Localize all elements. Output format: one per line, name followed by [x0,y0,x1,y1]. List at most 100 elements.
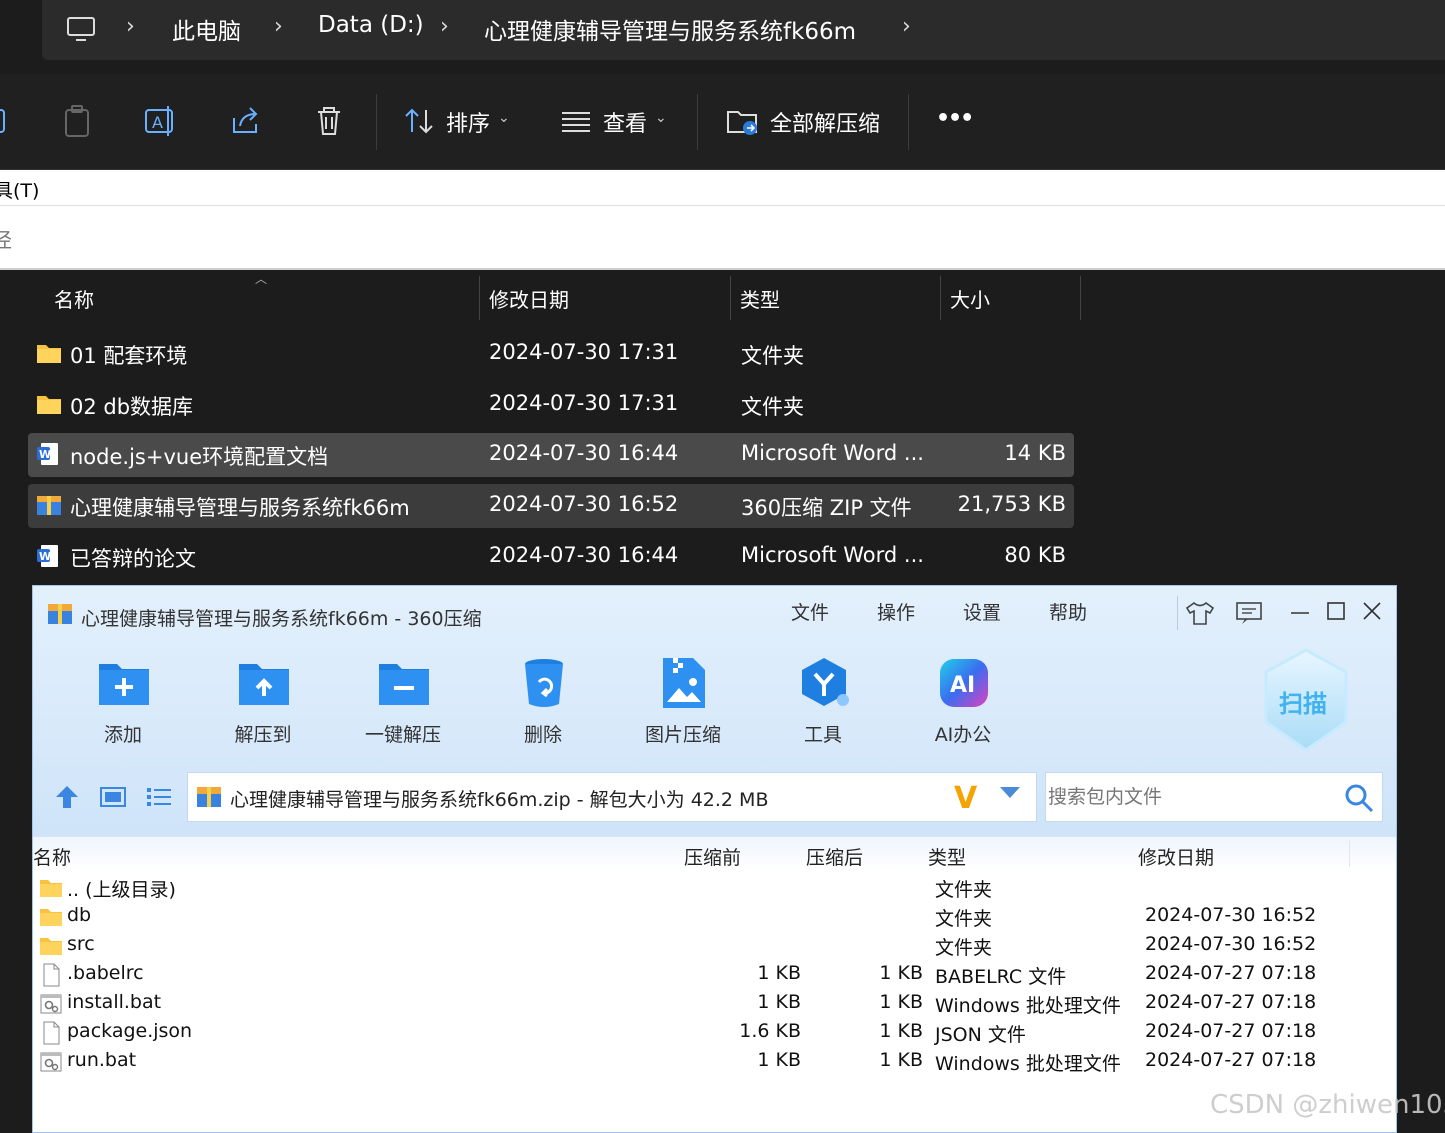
more-options-button[interactable]: ••• [936,106,974,131]
image-compress-button[interactable]: 图片压缩 [633,656,733,746]
menu-settings[interactable]: 设置 [963,598,1001,625]
chevron-down-icon[interactable]: ⌄ [498,110,510,126]
zip-list-row[interactable]: package.json 1.6 KB 1 KB JSON 文件 2024-07… [33,1018,1396,1047]
file-row[interactable]: 01 配套环境 2024-07-30 17:31 文件夹 [28,332,1074,376]
file-row[interactable]: W node.js+vue环境配置文档 2024-07-30 16:44 Mic… [28,433,1074,477]
menu-item-tools[interactable]: 具(T) [0,176,39,203]
column-divider[interactable] [1349,841,1350,867]
add-button[interactable]: 添加 [73,656,173,746]
column-divider[interactable] [1080,276,1081,320]
address-bar[interactable]: › 此电脑 › Data (D:) › 心理健康辅导管理与服务系统fk66m › [42,0,1445,60]
column-divider[interactable] [940,276,941,320]
up-arrow-icon[interactable] [53,784,81,810]
paste-icon[interactable] [60,104,94,138]
zip-list-row[interactable]: src 文件夹 2024-07-30 16:52 [33,931,1396,960]
delete-button[interactable]: 删除 [493,656,593,746]
file-row[interactable]: 心理健康辅导管理与服务系统fk66m 2024-07-30 16:52 360压… [28,484,1074,528]
tools-button[interactable]: 工具 [773,656,873,746]
zip-column-name[interactable]: 名称 [33,843,71,870]
maximize-icon[interactable] [1325,600,1347,622]
zip-item-name: .babelrc [67,962,144,984]
zip-list-row[interactable]: db 文件夹 2024-07-30 16:52 [33,902,1396,931]
extract-to-button[interactable]: 解压到 [213,656,313,746]
chevron-down-icon[interactable]: ⌄ [655,110,667,126]
zip-column-after[interactable]: 压缩后 [806,843,863,870]
zip-column-type[interactable]: 类型 [928,843,966,870]
close-icon[interactable] [1361,600,1383,622]
breadcrumb-folder[interactable]: 心理健康辅导管理与服务系统fk66m [484,12,856,46]
zip-column-date[interactable]: 修改日期 [1138,843,1214,870]
zip-column-before[interactable]: 压缩前 [684,843,741,870]
chevron-right-icon[interactable]: › [902,14,911,39]
archive-search-input[interactable] [1046,773,1336,821]
delete-bin-icon [525,659,563,707]
zip-list-row[interactable]: run.bat 1 KB 1 KB Windows 批处理文件 2024-07-… [33,1047,1396,1076]
menu-file[interactable]: 文件 [791,598,829,625]
ai-office-icon: AI [940,659,988,707]
file-size: 14 KB [1004,441,1066,465]
column-header-type[interactable]: 类型 [740,284,780,313]
file-row[interactable]: W 已答辩的论文 2024-07-30 16:44 Microsoft Word… [28,535,1074,579]
file-date: 2024-07-30 16:44 [489,441,679,465]
file-icon [43,963,60,987]
sort-icon[interactable] [402,104,436,138]
skin-shirt-icon[interactable] [1185,600,1215,626]
delete-label: 删除 [523,724,562,746]
list-view-icon[interactable] [145,784,173,810]
word-doc-icon: W [37,545,58,567]
search-icon[interactable] [1344,783,1374,813]
file-row[interactable]: 02 db数据库 2024-07-30 17:31 文件夹 [28,383,1074,427]
command-bar: A 排序 ⌄ 查看 ⌄ 全部解压缩 ••• [0,74,1445,170]
zip-list-row[interactable]: .babelrc 1 KB 1 KB BABELRC 文件 2024-07-27… [33,960,1396,989]
breadcrumb-this-pc[interactable]: 此电脑 [172,12,241,46]
menu-operation[interactable]: 操作 [877,598,915,625]
dropdown-arrow-icon[interactable] [1000,787,1020,798]
column-divider[interactable] [479,276,480,320]
column-header-size[interactable]: 大小 [950,284,990,313]
v-logo-icon[interactable]: V [954,781,977,816]
column-header-name[interactable]: 名称 [54,284,94,313]
computer-icon[interactable] [66,16,96,42]
zip-window-title: 心理健康辅导管理与服务系统fk66m - 360压缩 [81,608,482,630]
minimize-icon[interactable] [1289,602,1311,624]
address-bar-area: › 此电脑 › Data (D:) › 心理健康辅导管理与服务系统fk66m › [0,0,1445,72]
sort-button[interactable]: 排序 [446,106,490,138]
delete-icon[interactable] [312,104,346,138]
zip-list-row[interactable]: .. (上级目录) 文件夹 [33,873,1396,902]
extract-all-button[interactable]: 全部解压缩 [770,106,880,138]
extract-all-icon[interactable] [726,104,760,138]
menu-help[interactable]: 帮助 [1049,598,1087,625]
zip-item-name: run.bat [67,1049,137,1071]
zip-item-name: .. (上级目录) [67,879,176,901]
share-icon[interactable] [228,104,262,138]
one-click-extract-button[interactable]: 一键解压 [353,656,453,746]
chevron-right-icon[interactable]: › [274,14,283,39]
zip-list-row[interactable]: install.bat 1 KB 1 KB Windows 批处理文件 2024… [33,989,1396,1018]
zip-item-type: 文件夹 [935,908,993,930]
cut-icon[interactable] [0,104,16,138]
file-type: Microsoft Word ... [741,441,924,465]
svg-text:A: A [152,113,163,132]
archive-path-bar[interactable]: 心理健康辅导管理与服务系统fk66m.zip - 解包大小为 42.2 MB V [187,772,1037,822]
breadcrumb-drive[interactable]: Data (D:) [318,12,424,38]
thumbnail-view-icon[interactable] [99,784,127,810]
zip-item-after: 1 KB [879,962,923,984]
chevron-right-icon[interactable]: › [126,14,135,39]
zip-item-date: 2024-07-30 16:52 [1145,904,1317,926]
column-header-date[interactable]: 修改日期 [489,284,569,313]
file-type: 文件夹 [741,395,804,419]
view-icon[interactable] [560,104,594,138]
ai-office-button[interactable]: AI AI办公 [913,656,1013,746]
word-doc-icon: W [37,443,58,465]
feedback-icon[interactable] [1235,600,1263,626]
toolbar-separator [697,94,698,150]
scan-button[interactable]: 扫描 [1261,648,1351,752]
zip-item-after: 1 KB [879,1049,923,1071]
add-label: 添加 [103,724,142,746]
zip-item-before: 1 KB [757,962,801,984]
column-divider[interactable] [730,276,731,320]
view-button[interactable]: 查看 [603,106,647,138]
rename-icon[interactable]: A [144,104,178,138]
file-size: 80 KB [1004,543,1066,567]
chevron-right-icon[interactable]: › [440,14,449,39]
